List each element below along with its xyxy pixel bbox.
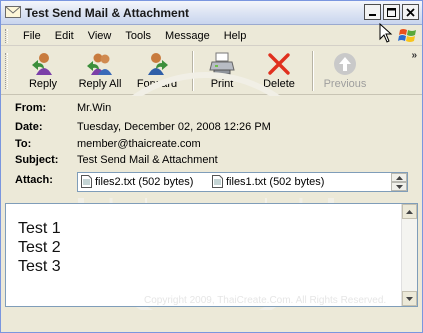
toolbar: Reply Reply All Forward Print Delete Pre… (1, 47, 422, 95)
print-label: Print (210, 78, 234, 90)
reply-icon (32, 53, 52, 75)
subject-label: Subject: (15, 154, 59, 166)
toolbar-separator-2 (312, 51, 314, 91)
arrow-down-icon (395, 184, 403, 189)
toolbar-grip[interactable] (5, 53, 8, 89)
subject-value: Test Send Mail & Attachment (77, 154, 218, 166)
attachment-list: files2.txt (502 bytes) files1.txt (502 b… (77, 172, 408, 192)
print-button[interactable]: Print (203, 49, 241, 93)
reply-label: Reply (28, 78, 58, 90)
status-bar (1, 310, 422, 332)
menu-message[interactable]: Message (159, 29, 218, 43)
window-controls (364, 4, 419, 20)
text-file-icon (81, 175, 92, 188)
to-row: To: member@thaicreate.com (15, 138, 201, 152)
reply-all-label: Reply All (78, 78, 122, 90)
attachment-item[interactable]: files1.txt (502 bytes) (212, 175, 324, 188)
date-row: Date: Tuesday, December 02, 2008 12:26 P… (15, 121, 271, 135)
menu-view[interactable]: View (82, 29, 120, 43)
toolbar-separator (192, 51, 194, 91)
scroll-up-button[interactable] (402, 204, 417, 219)
forward-button[interactable]: Forward (134, 49, 180, 93)
date-value: Tuesday, December 02, 2008 12:26 PM (77, 121, 271, 133)
delete-x-icon (268, 53, 290, 75)
mouse-cursor-icon (379, 23, 393, 43)
body-text: Test 1 Test 2 Test 3 (18, 219, 61, 276)
attachment-name: files1.txt (502 bytes) (226, 175, 325, 188)
minimize-button[interactable] (364, 4, 381, 20)
attach-label: Attach: (15, 174, 53, 186)
body-line: Test 2 (18, 239, 61, 256)
minimize-icon (369, 13, 376, 16)
text-file-icon (212, 175, 223, 188)
windows-logo-icon (398, 29, 416, 42)
attachment-item[interactable]: files2.txt (502 bytes) (81, 175, 193, 188)
menu-edit[interactable]: Edit (49, 29, 82, 43)
previous-label: Previous (323, 78, 367, 90)
title-bar[interactable]: Test Send Mail & Attachment (1, 1, 422, 25)
previous-button[interactable]: Previous (321, 49, 369, 93)
menu-file[interactable]: File (17, 29, 49, 43)
from-label: From: (15, 102, 47, 114)
arrow-up-icon (395, 175, 403, 180)
message-body[interactable]: Test 1 Test 2 Test 3 Copyright 2009, Tha… (5, 203, 418, 307)
up-arrow-icon (334, 53, 356, 75)
subject-row: Subject: Test Send Mail & Attachment (15, 154, 218, 168)
body-line: Test 3 (18, 258, 61, 275)
body-scrollbar[interactable] (401, 204, 417, 306)
reply-all-button[interactable]: Reply All (75, 49, 125, 93)
menu-grip[interactable] (5, 29, 8, 43)
reply-all-icon (87, 53, 112, 75)
scroll-down-button[interactable] (402, 291, 417, 306)
from-value[interactable]: Mr.Win (77, 102, 111, 116)
menu-bar: File Edit View Tools Message Help (1, 26, 422, 46)
arrow-down-icon (406, 296, 413, 301)
printer-icon (209, 52, 235, 75)
maximize-button[interactable] (383, 4, 400, 20)
close-button[interactable] (402, 4, 419, 20)
date-label: Date: (15, 121, 43, 133)
forward-icon (148, 53, 168, 75)
envelope-icon (5, 6, 21, 18)
forward-label: Forward (136, 78, 178, 90)
delete-label: Delete (263, 78, 295, 90)
scroll-up-button[interactable] (391, 173, 407, 182)
attachment-scrollbar[interactable] (391, 173, 407, 191)
toolbar-overflow-chevron[interactable]: » (411, 50, 417, 61)
menu-help[interactable]: Help (218, 29, 255, 43)
attachment-name: files2.txt (502 bytes) (95, 175, 194, 188)
reply-button[interactable]: Reply (21, 49, 65, 93)
delete-button[interactable]: Delete (257, 49, 301, 93)
window-title: Test Send Mail & Attachment (25, 6, 190, 20)
from-row: From: Mr.Win (15, 102, 111, 116)
arrow-up-icon (406, 209, 413, 214)
copyright-watermark: Copyright 2009, ThaiCreate.Com. All Righ… (144, 295, 387, 306)
close-icon (406, 7, 415, 17)
attach-row: Attach: (15, 174, 77, 188)
menu-tools[interactable]: Tools (119, 29, 159, 43)
maximize-icon (387, 7, 396, 17)
message-headers: From: Mr.Win Date: Tuesday, December 02,… (1, 96, 422, 198)
message-window: Test Send Mail & Attachment File Edit Vi… (0, 0, 423, 333)
body-line: Test 1 (18, 220, 61, 237)
to-label: To: (15, 138, 32, 150)
to-value[interactable]: member@thaicreate.com (77, 138, 201, 152)
scroll-down-button[interactable] (391, 182, 407, 191)
